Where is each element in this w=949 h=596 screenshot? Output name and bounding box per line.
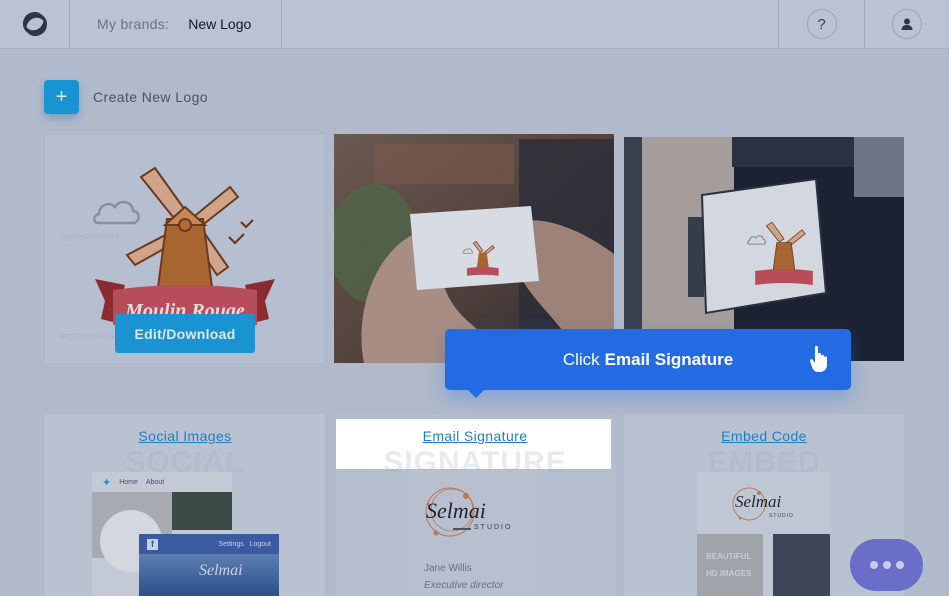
account-button[interactable] bbox=[892, 9, 922, 39]
signature-brand-sub: STUDIO bbox=[474, 524, 513, 531]
social-images-link[interactable]: Social Images bbox=[45, 428, 325, 444]
twitter-bird-icon: ✦ bbox=[102, 476, 112, 489]
twitter-nav-home: Home bbox=[119, 478, 138, 486]
logo-preview-card[interactable]: logotypemaker logotypemaker logotypemake… bbox=[45, 135, 324, 363]
chat-dot-icon bbox=[882, 561, 891, 569]
create-new-logo-label[interactable]: Create New Logo bbox=[93, 89, 208, 105]
current-brand[interactable]: New Logo bbox=[188, 16, 251, 32]
embed-banner-line1: BEAUTIFUL bbox=[706, 552, 752, 561]
brands-label: My brands: bbox=[97, 16, 170, 32]
signature-mockup: Selmai STUDIO Jane Willis Executive dire… bbox=[408, 470, 541, 596]
pointing-hand-icon bbox=[809, 345, 827, 372]
email-signature-link[interactable]: Email Signature bbox=[335, 428, 615, 444]
account-cell bbox=[864, 0, 949, 48]
chat-dot-icon bbox=[895, 561, 904, 569]
chat-dot-icon bbox=[869, 561, 878, 569]
facebook-nav-logout: Logout bbox=[249, 540, 271, 548]
storefront-sign-photo bbox=[624, 137, 904, 361]
embed-mockup: Selmai STUDIO BEAUTIFUL HD IMAGES bbox=[697, 472, 830, 596]
tooltip-target: Email Signature bbox=[604, 349, 734, 369]
question-mark-icon: ? bbox=[817, 15, 826, 33]
top-header: My brands: New Logo ? bbox=[0, 0, 949, 49]
storefront-sign-mockup[interactable] bbox=[624, 137, 904, 361]
chat-button[interactable] bbox=[850, 539, 923, 591]
tooltip-prefix: Click bbox=[562, 349, 600, 369]
facebook-brand-text: Selmai bbox=[199, 562, 243, 579]
user-icon bbox=[901, 18, 913, 30]
embed-brand-text: Selmai bbox=[735, 492, 782, 511]
swirl-logo-icon bbox=[22, 12, 47, 36]
social-images-card: SOCIAL Social Images ✦ Home About f Sett… bbox=[45, 414, 325, 596]
app-logo[interactable] bbox=[0, 0, 70, 48]
signature-brand-text: Selmai bbox=[426, 498, 486, 523]
help-button[interactable]: ? bbox=[806, 9, 837, 39]
edit-download-button[interactable]: Edit/Download bbox=[115, 314, 255, 353]
signature-person-name: Jane Willis bbox=[424, 563, 472, 574]
facebook-mockup: f Settings Logout Selmai bbox=[139, 534, 279, 596]
signature-person-title: Executive director bbox=[424, 580, 504, 591]
onboarding-tooltip: Click Email Signature bbox=[445, 329, 851, 398]
facebook-nav-settings: Settings bbox=[218, 540, 244, 548]
facebook-icon: f bbox=[147, 538, 158, 550]
brand-selector[interactable]: My brands: New Logo bbox=[70, 0, 282, 48]
create-new-logo-row: + Create New Logo bbox=[44, 80, 208, 114]
embed-banner-line2: HD IMAGES bbox=[706, 569, 752, 578]
twitter-nav-about: About bbox=[145, 478, 165, 486]
email-signature-card: SIGNATURE Email Signature Selmai STUDIO … bbox=[335, 414, 615, 596]
help-cell: ? bbox=[778, 0, 864, 48]
embed-code-link[interactable]: Embed Code bbox=[624, 428, 904, 444]
embed-brand-sub: STUDIO bbox=[769, 513, 794, 519]
create-new-logo-button[interactable]: + bbox=[44, 80, 79, 114]
